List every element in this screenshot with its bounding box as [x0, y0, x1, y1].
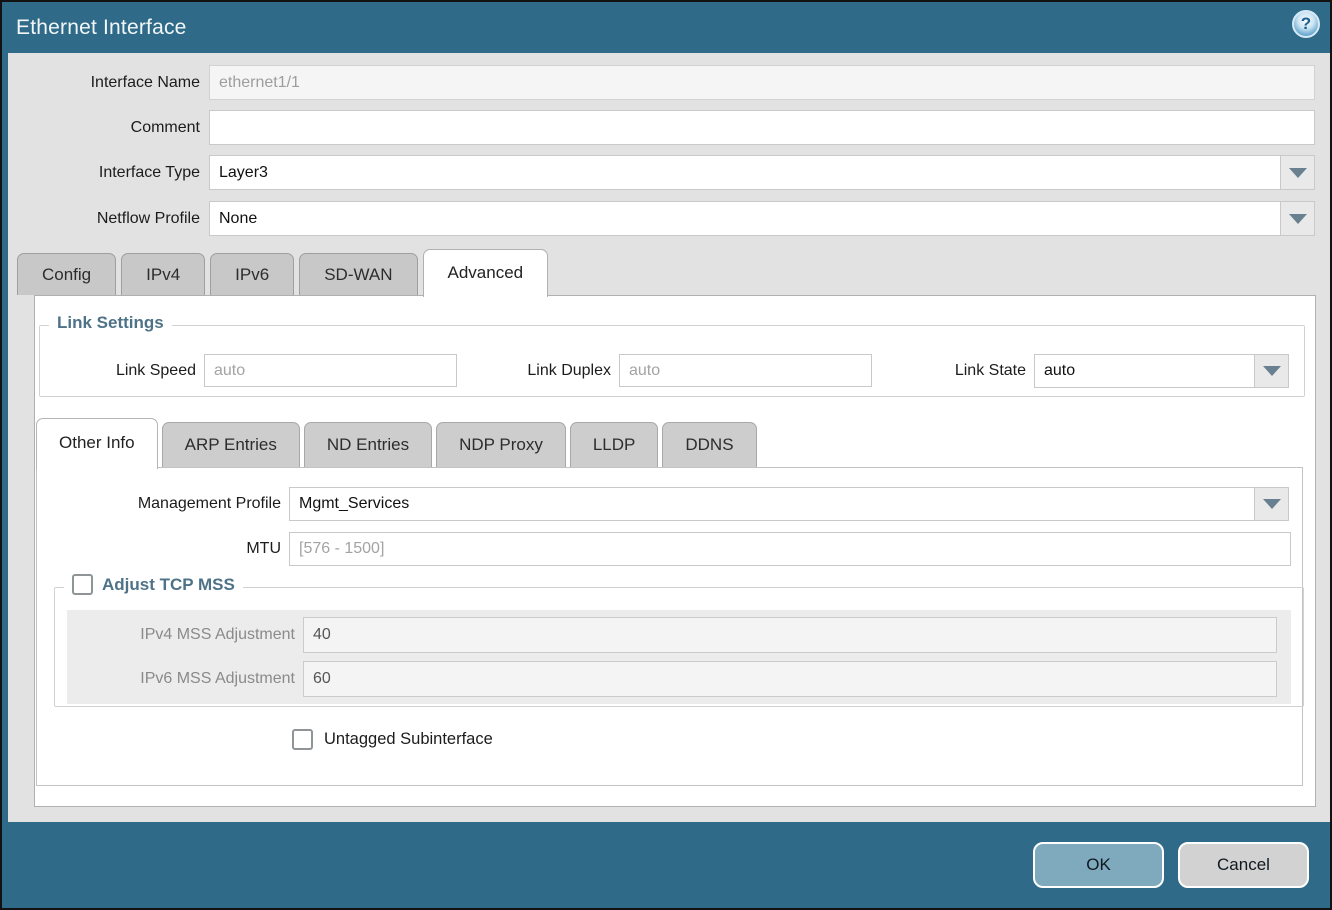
adjust-tcp-mss-label: Adjust TCP MSS [102, 575, 235, 595]
netflow-profile-label: Netflow Profile [2, 201, 200, 236]
chevron-down-icon [1263, 499, 1281, 509]
link-duplex-field[interactable] [619, 354, 872, 387]
management-profile-dropdown-button[interactable] [1255, 487, 1289, 521]
subtab-lldp[interactable]: LLDP [570, 422, 659, 467]
interface-name-field [209, 65, 1315, 100]
ok-button[interactable]: OK [1033, 842, 1164, 888]
help-icon-glyph: ? [1301, 14, 1311, 34]
link-state-value[interactable] [1034, 354, 1255, 388]
subtab-other-info[interactable]: Other Info [36, 418, 158, 469]
link-state-dropdown[interactable] [1034, 354, 1289, 388]
tab-ipv4[interactable]: IPv4 [121, 253, 205, 295]
adjust-tcp-mss-checkbox[interactable] [72, 574, 93, 595]
titlebar: Ethernet Interface [2, 2, 1330, 53]
link-settings-legend: Link Settings [49, 313, 172, 333]
chevron-down-icon [1289, 168, 1307, 178]
link-speed-label: Link Speed [40, 354, 196, 387]
netflow-profile-dropdown-button[interactable] [1281, 201, 1315, 236]
ipv4-mss-field [303, 617, 1277, 653]
footer-bar: OK Cancel [2, 822, 1330, 908]
untagged-subinterface-label: Untagged Subinterface [324, 730, 493, 749]
adjust-tcp-mss-fieldset: Adjust TCP MSS IPv4 MSS Adjustment IPv6 … [54, 587, 1304, 707]
subtab-ddns[interactable]: DDNS [662, 422, 756, 467]
other-info-panel: Management Profile MTU Adjust TCP MSS IP… [36, 467, 1303, 786]
interface-type-dropdown-button[interactable] [1281, 155, 1315, 190]
ipv6-mss-field [303, 661, 1277, 697]
ipv6-mss-label: IPv6 MSS Adjustment [67, 661, 295, 697]
main-tabs: Config IPv4 IPv6 SD-WAN Advanced [17, 248, 548, 295]
link-state-label: Link State [878, 354, 1026, 387]
link-speed-field[interactable] [204, 354, 457, 387]
untagged-subinterface-row: Untagged Subinterface [292, 729, 493, 750]
link-duplex-label: Link Duplex [460, 354, 611, 387]
management-profile-dropdown[interactable] [289, 487, 1289, 521]
netflow-profile-dropdown[interactable] [209, 201, 1315, 236]
chevron-down-icon [1263, 366, 1281, 376]
netflow-profile-value[interactable] [209, 201, 1281, 236]
comment-field[interactable] [209, 110, 1315, 145]
adjust-tcp-mss-legend-row: Adjust TCP MSS [64, 574, 243, 595]
tab-advanced[interactable]: Advanced [423, 249, 549, 297]
link-state-dropdown-button[interactable] [1255, 354, 1289, 388]
dialog-title: Ethernet Interface [16, 16, 187, 40]
management-profile-value[interactable] [289, 487, 1255, 521]
chevron-down-icon [1289, 214, 1307, 224]
ethernet-interface-dialog: Ethernet Interface ? Interface Name Comm… [0, 0, 1332, 910]
subtab-ndp-proxy[interactable]: NDP Proxy [436, 422, 566, 467]
tab-sdwan[interactable]: SD-WAN [299, 253, 417, 295]
interface-type-dropdown[interactable] [209, 155, 1315, 190]
comment-label: Comment [2, 110, 200, 145]
tab-config[interactable]: Config [17, 253, 116, 295]
subtab-nd-entries[interactable]: ND Entries [304, 422, 432, 467]
tab-ipv6[interactable]: IPv6 [210, 253, 294, 295]
mtu-label: MTU [37, 532, 281, 566]
advanced-sub-tabs: Other Info ARP Entries ND Entries NDP Pr… [36, 417, 757, 467]
link-settings-fieldset: Link Settings Link Speed Link Duplex Lin… [39, 325, 1305, 397]
interface-type-value[interactable] [209, 155, 1281, 190]
mtu-field[interactable] [289, 532, 1291, 566]
subtab-arp-entries[interactable]: ARP Entries [162, 422, 300, 467]
advanced-tab-panel: Link Settings Link Speed Link Duplex Lin… [34, 295, 1316, 807]
ipv4-mss-label: IPv4 MSS Adjustment [67, 617, 295, 653]
management-profile-label: Management Profile [37, 487, 281, 521]
mss-disabled-box: IPv4 MSS Adjustment IPv6 MSS Adjustment [67, 610, 1291, 704]
cancel-button[interactable]: Cancel [1178, 842, 1309, 888]
interface-type-label: Interface Type [2, 155, 200, 190]
interface-name-label: Interface Name [2, 65, 200, 100]
untagged-subinterface-checkbox[interactable] [292, 729, 313, 750]
help-icon[interactable]: ? [1292, 10, 1320, 38]
